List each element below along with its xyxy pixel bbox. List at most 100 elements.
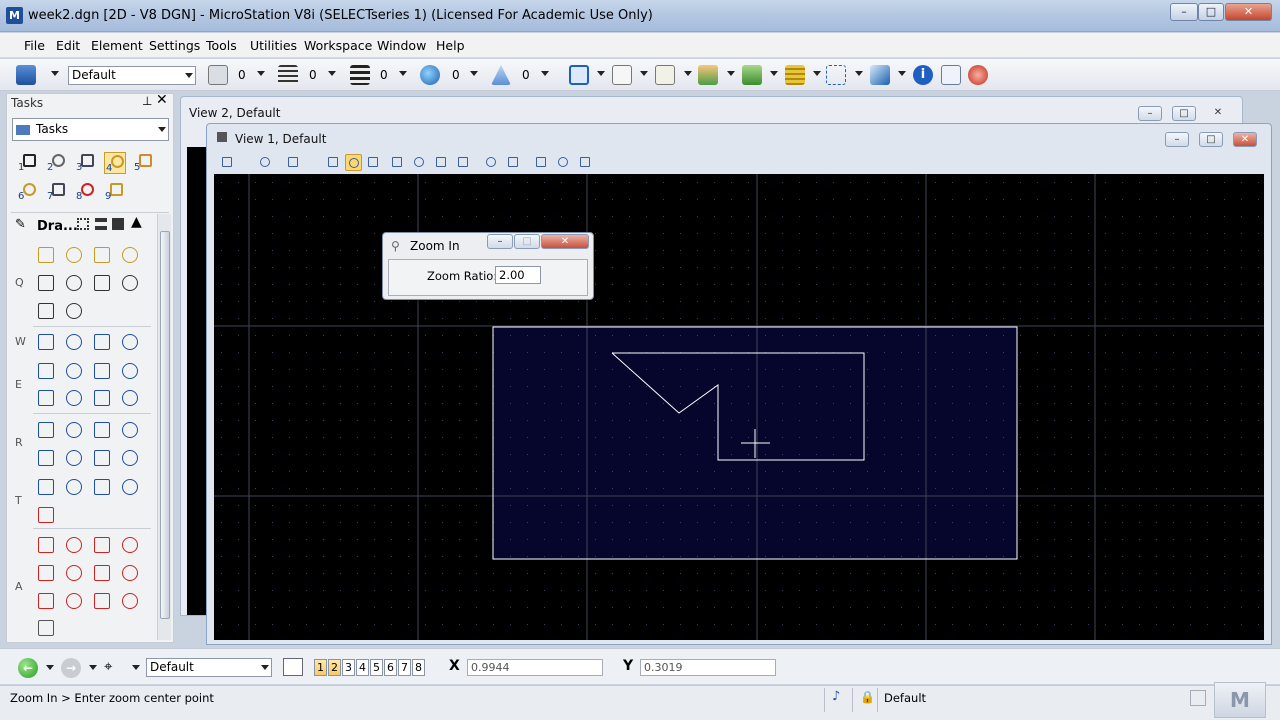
view-previous-icon[interactable]	[455, 154, 472, 171]
curve-icon[interactable]	[91, 272, 113, 294]
place-smartline-icon[interactable]	[35, 244, 57, 266]
back-arrow-icon[interactable]: ←	[18, 658, 38, 678]
cell-place-icon[interactable]	[35, 476, 57, 498]
place-line-icon[interactable]	[63, 244, 85, 266]
delete-cell-icon[interactable]	[35, 504, 57, 526]
move-fill-icon[interactable]	[63, 447, 85, 469]
chevron-down-icon[interactable]	[727, 71, 735, 76]
zoom-dialog-close-button[interactable]: ✕	[541, 234, 589, 249]
active-level-select[interactable]: Default	[68, 66, 196, 85]
zoom-ratio-input[interactable]: 2.00	[495, 266, 541, 284]
chevron-down-icon[interactable]	[399, 71, 407, 76]
copy-view-icon[interactable]	[533, 154, 550, 171]
menu-window[interactable]: Window	[377, 38, 426, 53]
menu-element[interactable]: Element	[91, 38, 143, 53]
quarter-ellipse-icon[interactable]	[91, 387, 113, 409]
level-manager-icon[interactable]	[16, 65, 36, 85]
element-info-icon[interactable]: i	[913, 65, 933, 85]
modify-arc-radius-icon[interactable]	[119, 387, 141, 409]
clip-volume-icon[interactable]	[555, 154, 572, 171]
chevron-down-icon[interactable]	[684, 71, 692, 76]
extend-tool-icon[interactable]: 9	[104, 181, 126, 203]
zoom-dialog-maximize-button[interactable]: □	[514, 234, 540, 249]
file-icon[interactable]	[612, 65, 632, 85]
detail-view-icon[interactable]	[112, 218, 124, 230]
chevron-down-icon[interactable]	[855, 71, 863, 76]
view-toggle-1[interactable]: 1	[314, 659, 327, 676]
menu-help[interactable]: Help	[436, 38, 465, 53]
place-point-icon[interactable]	[119, 244, 141, 266]
microstation-app-icon[interactable]: M	[6, 7, 23, 24]
tasks-select[interactable]: Tasks	[12, 118, 169, 141]
place-ellipse-icon[interactable]	[63, 360, 85, 382]
measure-icon[interactable]	[63, 300, 85, 322]
levels-icon[interactable]	[785, 65, 805, 85]
palette-tool-icon[interactable]: 5	[133, 152, 155, 174]
forward-arrow-icon[interactable]: →	[61, 658, 81, 678]
move-copy-tool-icon[interactable]: 3	[75, 152, 97, 174]
references-icon[interactable]	[655, 65, 675, 85]
menu-workspace[interactable]: Workspace	[304, 38, 372, 53]
window-area-icon[interactable]	[389, 154, 406, 171]
view-1-minimize-button[interactable]: –	[1165, 132, 1189, 147]
snap-mode-icon[interactable]: ♪	[832, 689, 840, 704]
models-icon[interactable]	[742, 65, 762, 85]
icon-view-icon[interactable]	[77, 218, 89, 230]
crosshatch-icon[interactable]	[63, 419, 85, 441]
place-spline-icon[interactable]	[63, 272, 85, 294]
menu-tools[interactable]: Tools	[206, 38, 237, 53]
place-stream-icon[interactable]	[35, 272, 57, 294]
delete-fill-icon[interactable]	[119, 447, 141, 469]
place-orthogonal-icon[interactable]	[91, 331, 113, 353]
view-2-close-button[interactable]: ✕	[1206, 106, 1230, 121]
place-shape-icon[interactable]	[63, 331, 85, 353]
chevron-down-icon[interactable]	[541, 71, 549, 76]
place-arc-edge-icon[interactable]	[35, 387, 57, 409]
element-selection-icon[interactable]	[569, 65, 589, 85]
minimize-button[interactable]: –	[1170, 3, 1198, 21]
color-icon[interactable]	[208, 65, 228, 85]
chevron-down-icon[interactable]	[328, 71, 336, 76]
menu-file[interactable]: File	[24, 38, 45, 53]
zoom-dialog-minimize-button[interactable]: –	[487, 234, 513, 249]
cell-edit-icon[interactable]	[119, 476, 141, 498]
zoom-out-icon[interactable]	[365, 154, 382, 171]
text-table-icon[interactable]	[35, 617, 57, 639]
collapse-icon[interactable]: ▲	[131, 214, 142, 230]
menu-utilities[interactable]: Utilities	[250, 38, 297, 53]
delete-tool-icon[interactable]: 8	[75, 181, 97, 203]
view-1-maximize-button[interactable]: □	[1199, 132, 1223, 147]
scrollbar-thumb[interactable]	[160, 231, 170, 619]
view-groups-icon[interactable]	[283, 658, 303, 676]
view-toggle-2[interactable]: 2	[328, 659, 341, 676]
fence-tool-icon[interactable]: 2	[46, 152, 68, 174]
view-toggle-4[interactable]: 4	[356, 659, 369, 676]
text-a2-icon[interactable]	[91, 590, 113, 612]
update-view-icon[interactable]	[325, 154, 342, 171]
priority-icon[interactable]	[491, 65, 511, 85]
text-up-icon[interactable]	[91, 562, 113, 584]
modify-fill-icon[interactable]	[91, 447, 113, 469]
cell-replace-icon[interactable]	[91, 476, 113, 498]
camera-settings-icon[interactable]	[577, 154, 594, 171]
level-display-icon[interactable]: ⌖	[104, 657, 112, 675]
chevron-down-icon[interactable]	[813, 71, 821, 76]
text-down-icon[interactable]	[119, 562, 141, 584]
view-attributes-icon[interactable]	[219, 154, 236, 171]
text-increment-icon[interactable]	[63, 562, 85, 584]
text-abc-icon[interactable]	[35, 562, 57, 584]
place-block-icon[interactable]	[35, 331, 57, 353]
modify-arc-icon[interactable]	[119, 360, 141, 382]
hatch-icon[interactable]	[35, 419, 57, 441]
drawing-section-title[interactable]: Dra...	[37, 219, 78, 234]
view-toggle-3[interactable]: 3	[342, 659, 355, 676]
y-coord-field[interactable]: 0.3019	[640, 659, 776, 676]
place-note-icon[interactable]	[63, 534, 85, 556]
x-coord-field[interactable]: 0.9944	[467, 659, 603, 676]
close-button[interactable]: ✕	[1225, 3, 1272, 21]
menu-settings[interactable]: Settings	[149, 38, 200, 53]
menu-edit[interactable]: Edit	[56, 38, 80, 53]
line-tool-icon[interactable]: 6	[17, 181, 39, 203]
text-abc-box-icon[interactable]	[119, 590, 141, 612]
place-multiline-icon[interactable]	[91, 244, 113, 266]
